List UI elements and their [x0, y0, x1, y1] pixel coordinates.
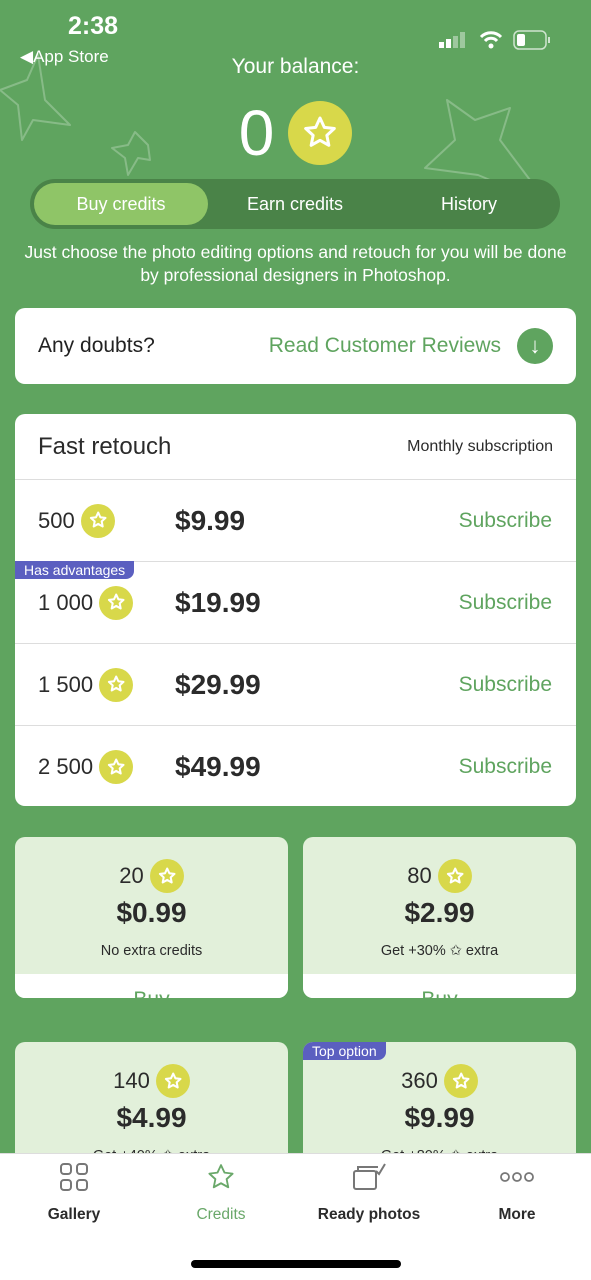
status-icons	[439, 30, 551, 50]
credit-coin-icon	[80, 503, 115, 538]
credit-coin-icon	[443, 1064, 478, 1098]
status-time: 2:38	[68, 12, 119, 40]
credit-amount: 20	[119, 863, 144, 888]
credit-amount: 2 500	[38, 754, 94, 779]
subscription-row: Has advantages 1 000 $19.99 Subscribe	[15, 561, 576, 644]
credit-coin-icon	[155, 1064, 190, 1098]
price: $49.99	[175, 751, 261, 782]
battery-icon	[513, 30, 550, 50]
credit-coin-icon	[437, 859, 472, 893]
balance-label: Your balance:	[231, 55, 360, 78]
credit-coin-icon	[99, 585, 134, 620]
subscribe-button[interactable]: Subscribe	[459, 673, 552, 697]
credit-amount: 80	[407, 863, 432, 888]
tab-history[interactable]: History	[382, 183, 556, 225]
credit-pack-card: 80 $2.99 Get +30% ✩ extra Buy	[303, 837, 576, 998]
advantages-badge: Has advantages	[15, 561, 135, 579]
credit-amount: 500	[38, 507, 75, 533]
buy-button[interactable]: Buy	[15, 974, 288, 998]
subscription-title: Fast retouch	[38, 432, 172, 460]
price: $19.99	[175, 586, 261, 618]
price: $4.99	[116, 1102, 187, 1133]
credit-coin-icon	[99, 750, 134, 784]
credit-amount: 1 500	[38, 671, 94, 697]
tab-gallery[interactable]: Gallery	[4, 1162, 144, 1224]
price: $2.99	[404, 897, 475, 928]
more-icon	[500, 1172, 534, 1182]
grid-icon	[60, 1163, 88, 1191]
price: $0.99	[116, 897, 187, 928]
subscription-row: 500 $9.99 Subscribe	[15, 480, 576, 562]
credit-pack-card: 20 $0.99 No extra credits Buy	[15, 837, 288, 998]
balance-value: 0	[238, 97, 275, 169]
price: $29.99	[175, 668, 261, 700]
price: $9.99	[404, 1102, 475, 1133]
extra-note: Get +30% ✩ extra	[380, 943, 499, 959]
photos-check-icon	[353, 1163, 386, 1190]
doubts-card: Any doubts? Read Customer Reviews ↓	[15, 308, 576, 384]
read-reviews-link[interactable]: Read Customer Reviews ↓	[269, 328, 553, 364]
doubts-question: Any doubts?	[38, 334, 155, 357]
subscription-note: Monthly subscription	[407, 437, 553, 455]
credits-segmented-control: Buy credits Earn credits History	[30, 179, 560, 229]
credit-amount: 360	[401, 1068, 438, 1093]
balance: 0	[0, 96, 591, 170]
subscribe-button[interactable]: Subscribe	[459, 509, 552, 533]
tab-more[interactable]: More	[447, 1162, 587, 1224]
subscription-row: 1 500 $29.99 Subscribe	[15, 644, 576, 726]
star-icon	[208, 1164, 234, 1189]
wifi-icon	[479, 31, 503, 49]
intro-text: Just choose the photo editing options an…	[24, 242, 567, 285]
tab-earn-credits[interactable]: Earn credits	[208, 183, 382, 225]
home-indicator	[191, 1260, 401, 1268]
signal-icon	[439, 32, 465, 48]
subscription-row: 2 500 $49.99 Subscribe	[15, 726, 576, 808]
price: $9.99	[175, 504, 246, 536]
tab-credits[interactable]: Credits	[151, 1162, 291, 1224]
credit-coin-icon	[99, 667, 134, 702]
extra-note: No extra credits	[100, 943, 203, 959]
tab-ready-photos[interactable]: Ready photos	[299, 1162, 439, 1224]
subscribe-button[interactable]: Subscribe	[459, 591, 552, 615]
credit-coin-icon	[149, 859, 184, 893]
subscription-card: Fast retouch Monthly subscription 500 $9.9…	[15, 414, 576, 806]
tab-buy-credits[interactable]: Buy credits	[34, 183, 208, 225]
subscribe-button[interactable]: Subscribe	[459, 755, 552, 779]
arrow-down-icon: ↓	[517, 328, 553, 364]
credit-amount: 1 000	[38, 589, 94, 615]
credit-amount: 140	[113, 1068, 150, 1093]
credit-coin-icon	[288, 101, 353, 165]
buy-button[interactable]: Buy	[303, 974, 576, 998]
